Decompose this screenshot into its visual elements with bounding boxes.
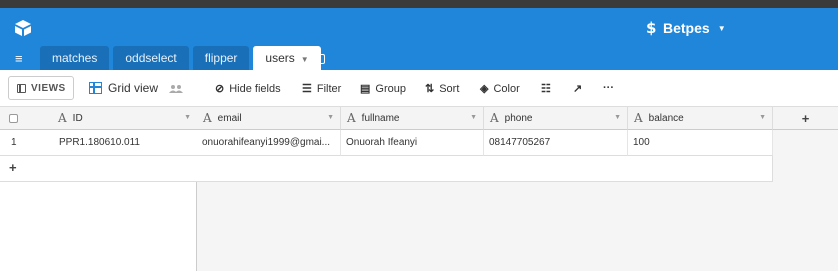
chevron-down-icon[interactable]: ▼	[614, 114, 621, 121]
base-title[interactable]: $ Betpes ▼	[645, 20, 726, 36]
chevron-down-icon: ▼	[717, 23, 726, 33]
plus-icon: +	[801, 110, 810, 126]
tab-matches[interactable]: matches	[40, 46, 110, 70]
hide-fields-button[interactable]: ⊘ Hide fields	[215, 82, 281, 96]
data-grid: A ID ▼ 1 PPR1.180610.011 + A email ▼ A f…	[0, 107, 838, 271]
cell-email[interactable]: onuorahifeanyi1999@gmai...	[197, 130, 341, 156]
base-title-label: Betpes	[663, 20, 710, 36]
sidebar-icon	[17, 83, 26, 93]
text-field-icon: A	[634, 111, 643, 125]
grid-icon	[89, 82, 102, 94]
fields-pane: A email ▼ A fullname ▼ A phone ▼ A balan…	[197, 107, 773, 271]
column-header-fullname[interactable]: A fullname ▼	[341, 107, 484, 130]
tab-flipper[interactable]: flipper	[192, 46, 250, 70]
text-field-icon: A	[58, 111, 67, 125]
add-row-button[interactable]: +	[0, 156, 197, 182]
app-logo-icon[interactable]	[14, 19, 32, 37]
row-height-button[interactable]: ☷	[541, 82, 551, 95]
chevron-down-icon[interactable]: ▼	[184, 114, 191, 121]
cell-phone[interactable]: 08147705267	[484, 130, 628, 156]
hamburger-menu-icon[interactable]: ≡	[15, 52, 23, 65]
primary-column-pane: A ID ▼ 1 PPR1.180610.011 +	[0, 107, 197, 271]
views-button[interactable]: VIEWS	[8, 76, 74, 100]
cell-balance[interactable]: 100	[628, 130, 773, 156]
view-name: Grid view	[108, 81, 159, 95]
group-button[interactable]: ▤ Group	[360, 82, 406, 96]
sort-icon: ⇅	[425, 83, 435, 95]
share-view-button[interactable]: ↗	[573, 82, 582, 95]
collaborators-icon[interactable]	[169, 84, 183, 94]
text-field-icon: A	[203, 111, 212, 125]
plus-icon: +	[9, 160, 17, 175]
row-height-icon: ☷	[541, 83, 551, 95]
svg-text:$: $	[646, 20, 656, 36]
dollar-icon: $	[646, 20, 656, 36]
window-top-strip	[0, 0, 838, 8]
color-button[interactable]: ◈ Color	[480, 82, 520, 96]
tab-users[interactable]: users ▼	[253, 46, 321, 70]
sort-button[interactable]: ⇅ Sort	[425, 82, 459, 96]
view-toolbar: VIEWS Grid view ⊘ Hide fields ☰ Filter ▤…	[0, 70, 838, 107]
chevron-down-icon[interactable]: ▼	[301, 55, 309, 64]
text-field-icon: A	[490, 111, 499, 125]
eye-slash-icon: ⊘	[215, 83, 225, 95]
column-header-balance[interactable]: A balance ▼	[628, 107, 773, 130]
text-field-icon: A	[347, 111, 356, 125]
more-options-button[interactable]: ···	[603, 82, 614, 94]
select-all-checkbox[interactable]	[9, 114, 18, 123]
chevron-down-icon[interactable]: ▼	[470, 114, 477, 121]
paint-bucket-icon: ◈	[480, 83, 489, 95]
select-all-header	[0, 107, 52, 130]
filter-icon: ☰	[302, 83, 312, 95]
ellipsis-icon: ···	[603, 82, 614, 94]
external-link-icon: ↗	[573, 83, 583, 95]
add-column-button[interactable]: +	[773, 107, 838, 130]
add-row-area[interactable]	[197, 156, 773, 182]
row-number: 1	[0, 130, 52, 156]
chevron-down-icon[interactable]: ▼	[759, 114, 766, 121]
column-header-id[interactable]: A ID ▼	[52, 107, 197, 130]
chevron-down-icon[interactable]: ▼	[327, 114, 334, 121]
app-header: $ Betpes ▼ ≡ matches oddselect flipper u…	[0, 8, 838, 70]
table-tabs: matches oddselect flipper users ▼	[40, 46, 321, 70]
group-icon: ▤	[360, 83, 371, 95]
column-header-email[interactable]: A email ▼	[197, 107, 341, 130]
view-switcher[interactable]: Grid view	[89, 81, 158, 95]
tab-oddselect[interactable]: oddselect	[113, 46, 189, 70]
add-table-icon[interactable]	[315, 54, 325, 64]
filter-button[interactable]: ☰ Filter	[302, 82, 341, 96]
cell-id[interactable]: PPR1.180610.011	[52, 130, 197, 156]
cell-fullname[interactable]: Onuorah Ifeanyi	[341, 130, 484, 156]
column-header-phone[interactable]: A phone ▼	[484, 107, 628, 130]
